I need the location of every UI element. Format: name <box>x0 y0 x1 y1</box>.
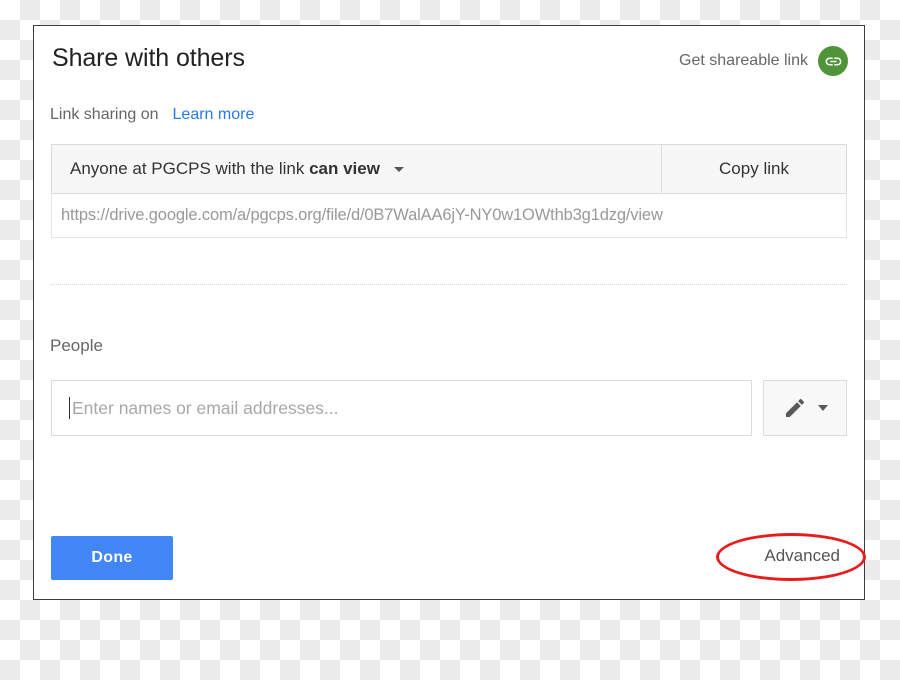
text-cursor <box>69 397 70 419</box>
sharing-scope-dropdown[interactable]: Anyone at PGCPS with the link can view <box>52 145 662 193</box>
share-url-value: https://drive.google.com/a/pgcps.org/fil… <box>61 206 663 224</box>
share-url-field[interactable]: https://drive.google.com/a/pgcps.org/fil… <box>51 194 847 238</box>
sharing-scope-prefix: Anyone at PGCPS with the link <box>70 159 305 178</box>
share-dialog: Share with others Get shareable link Lin… <box>33 25 865 600</box>
link-chain-icon <box>818 46 848 76</box>
link-sharing-row: Anyone at PGCPS with the link can view C… <box>51 144 847 194</box>
dialog-header: Share with others Get shareable link <box>34 26 864 92</box>
advanced-button[interactable]: Advanced <box>764 546 840 566</box>
copy-link-button[interactable]: Copy link <box>662 145 846 193</box>
people-input-placeholder: Enter names or email addresses... <box>72 397 339 418</box>
link-sharing-status: Link sharing on <box>50 106 159 123</box>
page-title: Share with others <box>52 44 245 72</box>
sharing-scope-permission: can view <box>309 159 380 178</box>
get-shareable-link-label: Get shareable link <box>679 52 808 69</box>
section-divider <box>51 284 847 286</box>
learn-more-link[interactable]: Learn more <box>173 106 255 124</box>
advanced-label: Advanced <box>764 546 840 565</box>
done-button[interactable]: Done <box>51 536 173 580</box>
chevron-down-icon <box>393 166 404 172</box>
pencil-icon <box>783 396 807 420</box>
sharing-scope-label: Anyone at PGCPS with the link can view <box>70 159 380 179</box>
people-section-label: People <box>50 336 103 355</box>
get-shareable-link-button[interactable]: Get shareable link <box>679 46 848 76</box>
people-input-row: Enter names or email addresses... <box>51 380 847 436</box>
permission-role-dropdown-button[interactable] <box>763 380 847 436</box>
people-input[interactable]: Enter names or email addresses... <box>51 380 752 436</box>
link-sharing-status-row: Link sharing on Learn more <box>50 106 254 124</box>
chevron-down-icon <box>817 405 828 411</box>
